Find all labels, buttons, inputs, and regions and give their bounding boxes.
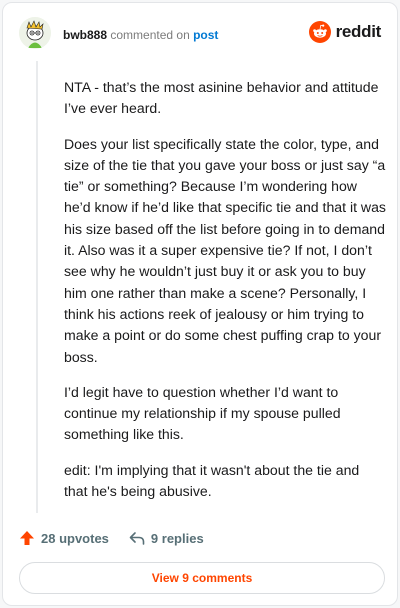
comment-paragraph: I’d legit have to question whether I’d w…: [64, 383, 341, 443]
upvote-button[interactable]: 28 upvotes: [19, 530, 109, 546]
reply-arrow-icon: [129, 532, 145, 545]
view-comments-button[interactable]: View 9 comments: [19, 562, 385, 594]
action-text: commented on: [110, 28, 190, 42]
username-link[interactable]: bwb888: [63, 28, 107, 42]
upvote-arrow-icon: [20, 531, 34, 545]
comment-paragraph: NTA - that’s the most asinine behavior a…: [64, 79, 379, 117]
reply-count: 9 replies: [150, 530, 204, 546]
comment-body: NTA - that’s the most asinine behavior a…: [64, 77, 386, 516]
comment-header: bwb888 commented on post: [63, 27, 218, 43]
reddit-brand[interactable]: reddit: [308, 21, 382, 43]
brand-wordmark: reddit: [335, 22, 382, 41]
comment-footer: 28 upvotes 9 replies: [19, 527, 204, 549]
comment-paragraph: Does your list specifically state the co…: [64, 135, 386, 365]
replies-button[interactable]: 9 replies: [129, 531, 204, 546]
comment-paragraph: edit: I'm implying that it wasn't about …: [64, 461, 360, 500]
upvote-count: 28 upvotes: [41, 530, 109, 546]
snoo-avatar-icon: [19, 17, 51, 49]
comment-card: bwb888 commented on post reddit NTA - th…: [2, 2, 398, 606]
thread-line[interactable]: [36, 61, 38, 513]
user-avatar[interactable]: [19, 17, 51, 49]
reddit-logo-icon: [308, 21, 331, 43]
post-link[interactable]: post: [193, 28, 218, 42]
